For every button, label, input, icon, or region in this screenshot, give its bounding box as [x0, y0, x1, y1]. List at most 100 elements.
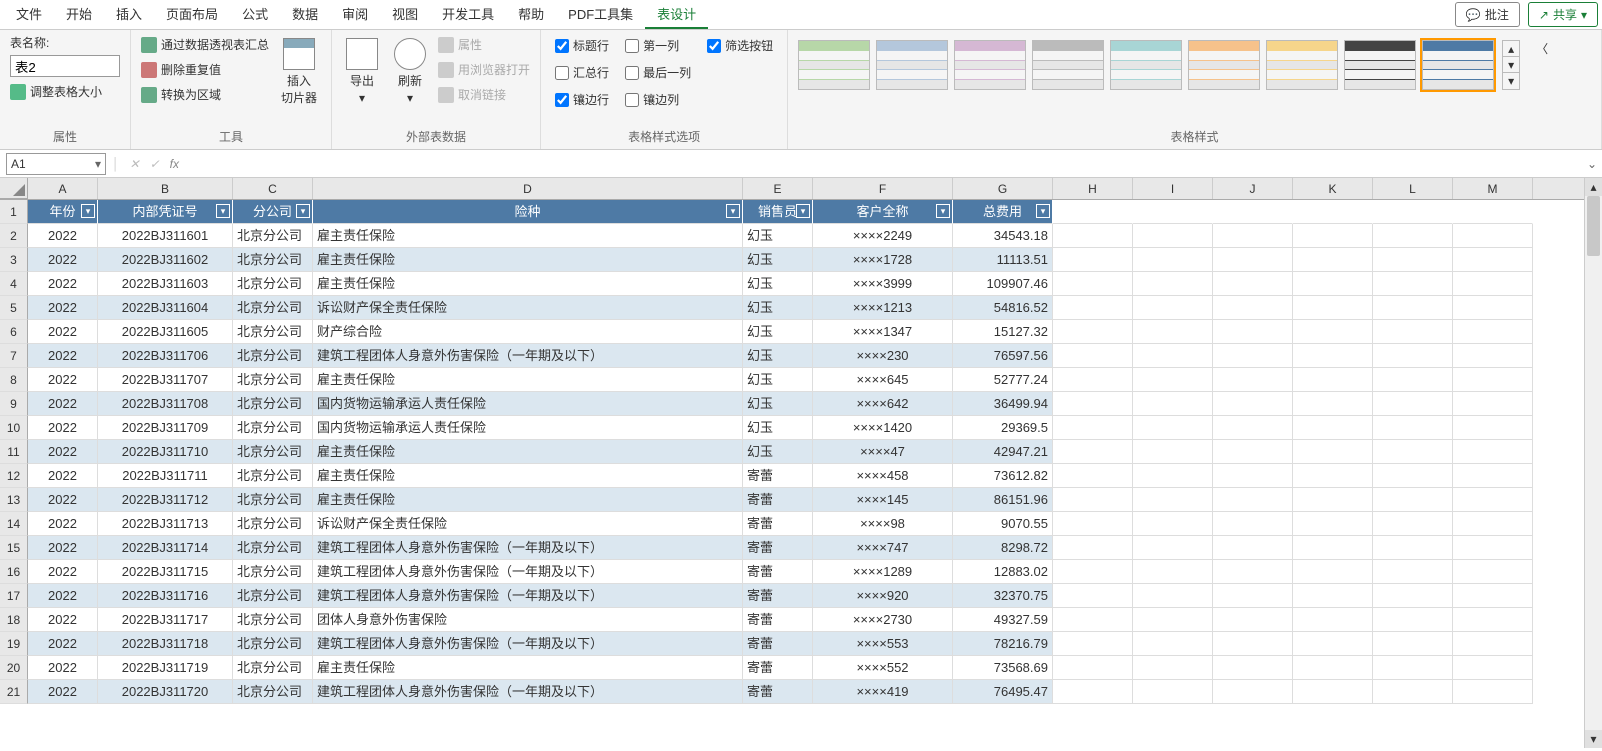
cell[interactable]: 2022BJ311715: [98, 560, 233, 584]
cell[interactable]: [1453, 296, 1533, 320]
menu-审阅[interactable]: 审阅: [330, 0, 380, 29]
row-header[interactable]: 12: [0, 464, 28, 488]
cell[interactable]: 雇主责任保险: [313, 248, 743, 272]
cell[interactable]: 2022: [28, 608, 98, 632]
cell[interactable]: [1053, 320, 1133, 344]
banded-col-checkbox[interactable]: 镶边列: [621, 88, 695, 111]
cell[interactable]: ××××1420: [813, 416, 953, 440]
gallery-more-icon[interactable]: ▾: [1503, 73, 1519, 89]
menu-插入[interactable]: 插入: [104, 0, 154, 29]
cell[interactable]: 2022BJ311711: [98, 464, 233, 488]
cell[interactable]: [1053, 656, 1133, 680]
cell[interactable]: ××××98: [813, 512, 953, 536]
cell[interactable]: 雇主责任保险: [313, 464, 743, 488]
row-header[interactable]: 19: [0, 632, 28, 656]
cell[interactable]: [1053, 440, 1133, 464]
row-header[interactable]: 16: [0, 560, 28, 584]
row-header[interactable]: 20: [0, 656, 28, 680]
cell[interactable]: 幻玉: [743, 272, 813, 296]
cell[interactable]: [1053, 680, 1133, 704]
cell[interactable]: 76495.47: [953, 680, 1053, 704]
scroll-thumb[interactable]: [1587, 196, 1600, 256]
cell[interactable]: 幻玉: [743, 416, 813, 440]
cell[interactable]: [1453, 632, 1533, 656]
cell[interactable]: ××××1289: [813, 560, 953, 584]
cell[interactable]: 2022: [28, 512, 98, 536]
cell[interactable]: 北京分公司: [233, 248, 313, 272]
cell[interactable]: ××××645: [813, 368, 953, 392]
formula-input[interactable]: [189, 153, 1582, 175]
cell[interactable]: [1213, 560, 1293, 584]
cell[interactable]: [1293, 368, 1373, 392]
cell[interactable]: [1213, 632, 1293, 656]
cell[interactable]: 财产综合险: [313, 320, 743, 344]
menu-帮助[interactable]: 帮助: [506, 0, 556, 29]
table-style-swatch[interactable]: [1188, 40, 1260, 90]
cell[interactable]: 2022: [28, 440, 98, 464]
vertical-scrollbar[interactable]: ▴ ▾: [1584, 178, 1602, 748]
cell[interactable]: 北京分公司: [233, 464, 313, 488]
cell[interactable]: [1453, 248, 1533, 272]
row-header[interactable]: 4: [0, 272, 28, 296]
cell[interactable]: [1453, 656, 1533, 680]
table-style-swatch[interactable]: [1110, 40, 1182, 90]
scroll-down-icon[interactable]: ▾: [1585, 730, 1602, 748]
cell[interactable]: [1373, 536, 1453, 560]
cell[interactable]: 2022: [28, 224, 98, 248]
cell[interactable]: [1053, 272, 1133, 296]
cell[interactable]: [1373, 416, 1453, 440]
cell[interactable]: 2022BJ311713: [98, 512, 233, 536]
cell[interactable]: 内部凭证号▾: [98, 200, 233, 224]
cell[interactable]: [1293, 608, 1373, 632]
cell[interactable]: 建筑工程团体人身意外伤害保险（一年期及以下）: [313, 344, 743, 368]
cell[interactable]: 幻玉: [743, 368, 813, 392]
resize-table-button[interactable]: 调整表格大小: [10, 81, 120, 102]
cell[interactable]: 2022BJ311601: [98, 224, 233, 248]
cell[interactable]: [1373, 272, 1453, 296]
cell[interactable]: 北京分公司: [233, 320, 313, 344]
cell[interactable]: [1053, 392, 1133, 416]
cell[interactable]: ××××920: [813, 584, 953, 608]
column-header[interactable]: E: [743, 178, 813, 199]
cell[interactable]: 雇主责任保险: [313, 272, 743, 296]
cell[interactable]: [1373, 248, 1453, 272]
cell[interactable]: 2022BJ311706: [98, 344, 233, 368]
cell[interactable]: 客户全称▾: [813, 200, 953, 224]
cell[interactable]: ××××230: [813, 344, 953, 368]
cell[interactable]: 幻玉: [743, 344, 813, 368]
cell[interactable]: 雇主责任保险: [313, 224, 743, 248]
cell[interactable]: 寄蕾: [743, 488, 813, 512]
cell[interactable]: 险种▾: [313, 200, 743, 224]
cell[interactable]: 2022BJ311719: [98, 656, 233, 680]
filter-dropdown-icon[interactable]: ▾: [796, 204, 810, 218]
cell[interactable]: 诉讼财产保全责任保险: [313, 296, 743, 320]
cell[interactable]: [1133, 392, 1213, 416]
cell[interactable]: [1453, 320, 1533, 344]
cell[interactable]: [1293, 416, 1373, 440]
gallery-up-icon[interactable]: ▴: [1503, 41, 1519, 57]
accept-formula-icon[interactable]: ✓: [150, 157, 160, 171]
cell[interactable]: 52777.24: [953, 368, 1053, 392]
cell[interactable]: ××××1213: [813, 296, 953, 320]
name-box[interactable]: A1 ▾: [6, 153, 106, 175]
cell[interactable]: 建筑工程团体人身意外伤害保险（一年期及以下）: [313, 536, 743, 560]
cell[interactable]: [1293, 560, 1373, 584]
cell[interactable]: 幻玉: [743, 296, 813, 320]
cell[interactable]: 寄蕾: [743, 560, 813, 584]
cell[interactable]: 2022BJ311602: [98, 248, 233, 272]
row-header[interactable]: 21: [0, 680, 28, 704]
cell[interactable]: 北京分公司: [233, 680, 313, 704]
column-header[interactable]: F: [813, 178, 953, 199]
cell[interactable]: [1133, 536, 1213, 560]
cell[interactable]: 总费用▾: [953, 200, 1053, 224]
cell[interactable]: 国内货物运输承运人责任保险: [313, 416, 743, 440]
cell[interactable]: [1293, 440, 1373, 464]
cell[interactable]: [1053, 536, 1133, 560]
cell[interactable]: [1213, 680, 1293, 704]
cell[interactable]: [1133, 248, 1213, 272]
cell[interactable]: [1293, 512, 1373, 536]
cell[interactable]: [1213, 224, 1293, 248]
cell[interactable]: [1133, 560, 1213, 584]
column-header[interactable]: C: [233, 178, 313, 199]
cell[interactable]: 73568.69: [953, 656, 1053, 680]
